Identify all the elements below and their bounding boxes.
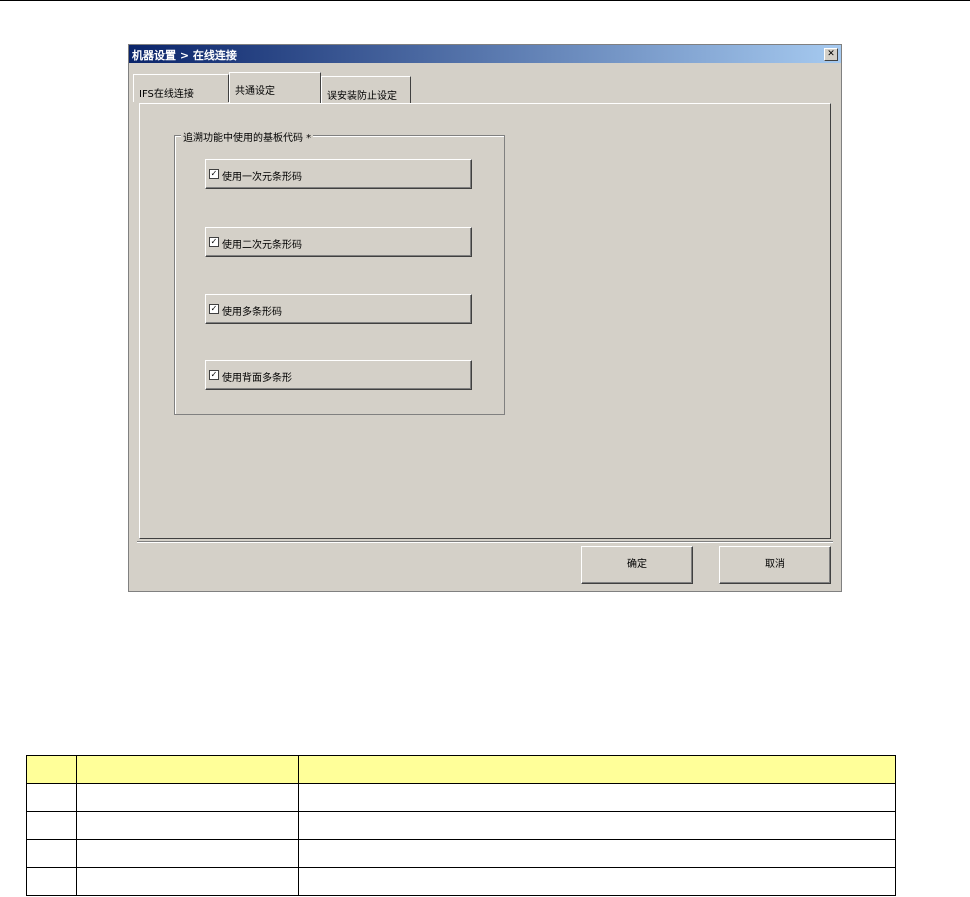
- table-cell: [298, 839, 896, 868]
- check-icon[interactable]: ✓: [209, 304, 219, 314]
- option-1d-barcode[interactable]: ✓ 使用一次元条形码: [205, 159, 472, 189]
- dialog-titlebar[interactable]: 机器设置 > 在线连接 ✕: [129, 45, 841, 63]
- tab-panel: 追溯功能中使用的基板代码 * ✓ 使用一次元条形码 ✓ 使用二次元条形码 ✓ 使…: [139, 103, 831, 539]
- table-header-row: [26, 755, 896, 784]
- ok-button[interactable]: 确定: [581, 546, 693, 584]
- check-icon[interactable]: ✓: [209, 370, 219, 380]
- tab-misinstall-prevention[interactable]: 误安装防止设定: [321, 76, 411, 104]
- table-cell: [26, 839, 77, 868]
- page-top-rule: [0, 0, 970, 1]
- option-label: 使用多条形码: [222, 307, 282, 318]
- barcode-group: 追溯功能中使用的基板代码 * ✓ 使用一次元条形码 ✓ 使用二次元条形码 ✓ 使…: [174, 129, 505, 415]
- tab-label: 误安装防止设定: [327, 91, 397, 102]
- table-cell: [298, 811, 896, 840]
- table-cell: [76, 783, 299, 812]
- option-label: 使用二次元条形码: [222, 240, 302, 251]
- option-label: 使用背面多条形: [222, 373, 292, 384]
- tab-label: 共通设定: [235, 86, 275, 97]
- close-icon: ✕: [827, 49, 835, 59]
- table-cell: [298, 867, 896, 896]
- tab-label: IFS在线连接: [139, 89, 194, 100]
- table-header-cell: [298, 755, 896, 784]
- check-icon[interactable]: ✓: [209, 237, 219, 247]
- check-icon[interactable]: ✓: [209, 169, 219, 179]
- ok-label: 确定: [627, 559, 647, 570]
- table-row: [26, 867, 896, 896]
- table-cell: [76, 811, 299, 840]
- table-row: [26, 783, 896, 812]
- option-multi-barcode[interactable]: ✓ 使用多条形码: [205, 294, 472, 324]
- group-legend: 追溯功能中使用的基板代码 *: [181, 129, 314, 144]
- table-cell: [26, 811, 77, 840]
- button-separator: [137, 541, 833, 543]
- close-button[interactable]: ✕: [824, 48, 838, 61]
- option-back-multi-barcode[interactable]: ✓ 使用背面多条形: [205, 360, 472, 390]
- cancel-button[interactable]: 取消: [719, 546, 831, 584]
- table-row: [26, 839, 896, 868]
- tab-common-settings[interactable]: 共通设定: [229, 72, 321, 103]
- cancel-label: 取消: [765, 559, 785, 570]
- table-cell: [26, 783, 77, 812]
- settings-dialog: 机器设置 > 在线连接 ✕ IFS在线连接 共通设定 误安装防止设定 追溯功能中…: [128, 44, 842, 592]
- table-row: [26, 811, 896, 840]
- table-header-cell: [76, 755, 299, 784]
- tab-ifs-online[interactable]: IFS在线连接: [133, 74, 229, 102]
- spec-table: [26, 755, 896, 896]
- table-cell: [76, 867, 299, 896]
- table-cell: [26, 867, 77, 896]
- dialog-title: 机器设置 > 在线连接: [132, 49, 237, 62]
- table-cell: [298, 783, 896, 812]
- table-cell: [76, 839, 299, 868]
- option-2d-barcode[interactable]: ✓ 使用二次元条形码: [205, 227, 472, 257]
- option-label: 使用一次元条形码: [222, 172, 302, 183]
- table-header-cell: [26, 755, 77, 784]
